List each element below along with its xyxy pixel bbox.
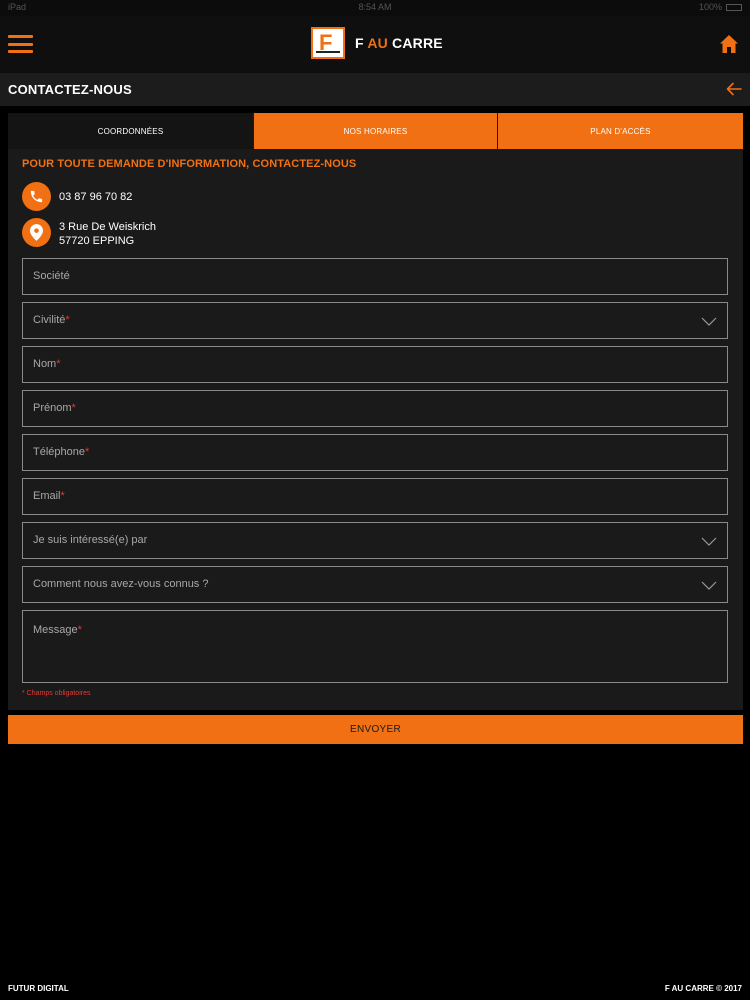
logo-text-accent: AU [367,35,388,51]
footer-copyright: F AU CARRE © 2017 [664,984,742,993]
phone-row[interactable]: 03 87 96 70 82 [22,182,132,211]
page-title: CONTACTEZ-NOUS [8,82,132,97]
chevron-down-icon [701,537,717,546]
chevron-down-icon [701,581,717,590]
arrow-left-icon[interactable] [726,82,742,96]
page-title-bar: CONTACTEZ-NOUS [0,73,750,106]
tab-coordonnees[interactable]: COORDONNÉES [8,113,253,149]
tab-plan-acces[interactable]: PLAN D'ACCÈS [498,113,743,149]
app-header: F F AU CARRE [0,16,750,73]
phone-number: 03 87 96 70 82 [59,191,133,203]
battery-status: 100% [699,2,742,12]
telephone-input[interactable]: Téléphone* [22,434,728,471]
home-icon[interactable] [719,34,739,54]
contact-card: COORDONNÉES NOS HORAIRES PLAN D'ACCÈS PO… [8,113,743,710]
chevron-down-icon [701,317,717,326]
address-line-2: 57720 EPPING [59,235,135,247]
send-button[interactable]: ENVOYER [8,715,743,744]
nom-input[interactable]: Nom* [22,346,728,383]
tab-nos-horaires[interactable]: NOS HORAIRES [254,113,497,149]
email-input[interactable]: Email* [22,478,728,515]
required-fields-note: * Champs obligatoires [22,690,91,697]
address-row: 3 Rue De Weiskrich 57720 EPPING [22,218,156,248]
contact-heading: POUR TOUTE DEMANDE D'INFORMATION, CONTAC… [22,158,357,170]
nom-placeholder: Nom* [33,358,61,370]
message-placeholder: Message* [33,624,82,636]
interesse-select[interactable]: Je suis intéressé(e) par [22,522,728,559]
connus-select[interactable]: Comment nous avez-vous connus ? [22,566,728,603]
logo-mark-icon: F [311,27,345,59]
telephone-placeholder: Téléphone* [33,446,90,458]
tab-bar: COORDONNÉES NOS HORAIRES PLAN D'ACCÈS [8,113,743,149]
logo-text-suffix: CARRE [387,35,443,51]
location-pin-icon [22,218,51,247]
societe-input[interactable]: Société [22,258,728,295]
email-placeholder: Email* [33,490,65,502]
app-logo[interactable]: F F AU CARRE [311,27,443,59]
logo-text-prefix: F [355,35,368,51]
prenom-input[interactable]: Prénom* [22,390,728,427]
phone-icon [22,182,51,211]
societe-placeholder: Société [33,270,70,282]
hamburger-menu-icon[interactable] [8,35,33,53]
battery-label: 100% [698,2,722,12]
prenom-placeholder: Prénom* [33,402,76,414]
logo-text: F AU CARRE [355,35,443,51]
status-bar: iPad 8:54 AM 100% [0,0,750,16]
message-textarea[interactable]: Message* [22,610,728,683]
civilite-select[interactable]: Civilité* [22,302,728,339]
connus-placeholder: Comment nous avez-vous connus ? [33,578,209,590]
battery-icon [726,4,742,12]
interesse-placeholder: Je suis intéressé(e) par [33,534,148,546]
status-time: 8:54 AM [358,2,392,12]
footer-credit: FUTUR DIGITAL [8,984,69,993]
civilite-placeholder: Civilité* [33,314,70,326]
address-line-1: 3 Rue De Weiskrich [59,221,156,233]
